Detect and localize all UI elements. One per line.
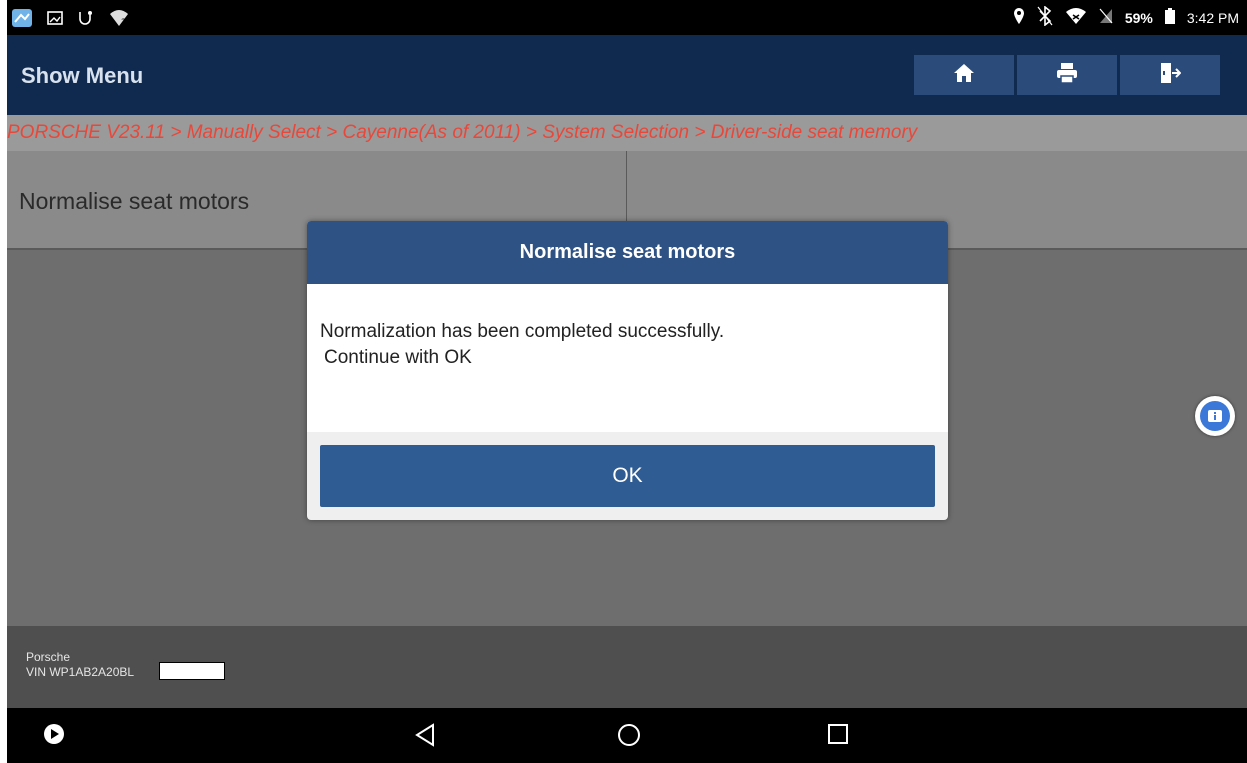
play-button[interactable] [43, 723, 65, 750]
wifi-icon [1065, 7, 1087, 28]
clock: 3:42 PM [1186, 9, 1239, 26]
location-icon [1013, 7, 1025, 28]
info-icon [1200, 401, 1230, 431]
normalise-dialog: Normalise seat motors Normalization has … [307, 221, 948, 520]
dialog-body: Normalization has been completed success… [307, 284, 948, 432]
home-nav-button[interactable] [617, 723, 641, 752]
recents-icon [827, 724, 849, 749]
exit-icon [1159, 62, 1182, 89]
menu-item-label: Normalise seat motors [19, 188, 250, 214]
play-icon [43, 724, 65, 749]
print-button[interactable] [1017, 55, 1117, 95]
wifi-question-icon: ? [109, 9, 129, 32]
vehicle-make: Porsche [26, 650, 71, 664]
bluetooth-icon [1037, 5, 1053, 29]
floating-info-button[interactable] [1195, 396, 1235, 436]
dialog-message-line1: Normalization has been completed success… [320, 321, 725, 342]
vehicle-vin: VIN WP1AB2A20BL [26, 665, 135, 679]
back-button[interactable] [414, 723, 436, 752]
usb-icon [77, 9, 95, 32]
dialog-header: Normalise seat motors [307, 221, 948, 284]
breadcrumb-text: PORSCHE V23.11 > Manually Select > Cayen… [7, 122, 918, 143]
tablet-screen: ? 59% 3:42 PM Show Menu PORSCHE V23.11 >… [7, 0, 1247, 763]
vehicle-info-footer: Porsche VIN WP1AB2A20BL [7, 626, 1247, 708]
back-icon [414, 723, 436, 751]
recents-button[interactable] [827, 723, 849, 750]
dialog-title: Normalise seat motors [519, 241, 736, 263]
dialog-message-line2: Continue with OK [324, 347, 472, 368]
breadcrumb: PORSCHE V23.11 > Manually Select > Cayen… [7, 115, 1247, 151]
app-icon [11, 8, 33, 33]
home-button[interactable] [914, 55, 1014, 95]
app-header: Show Menu [7, 35, 1247, 115]
page-title: Show Menu [21, 63, 144, 88]
battery-percent: 59% [1124, 9, 1153, 26]
status-right: 59% 3:42 PM [1013, 5, 1239, 29]
status-left-icons: ? [11, 8, 129, 33]
vin-redaction [159, 662, 225, 680]
image-icon [47, 10, 63, 31]
exit-button[interactable] [1120, 55, 1220, 95]
no-signal-icon [1099, 8, 1113, 27]
status-bar: ? 59% 3:42 PM [7, 0, 1247, 35]
home-circle-icon [617, 724, 641, 751]
battery-icon [1164, 8, 1175, 27]
ok-button[interactable]: OK [320, 445, 935, 507]
print-icon [1056, 62, 1078, 89]
android-nav-bar [7, 708, 1247, 763]
svg-text:?: ? [121, 18, 126, 27]
home-icon [953, 63, 975, 88]
